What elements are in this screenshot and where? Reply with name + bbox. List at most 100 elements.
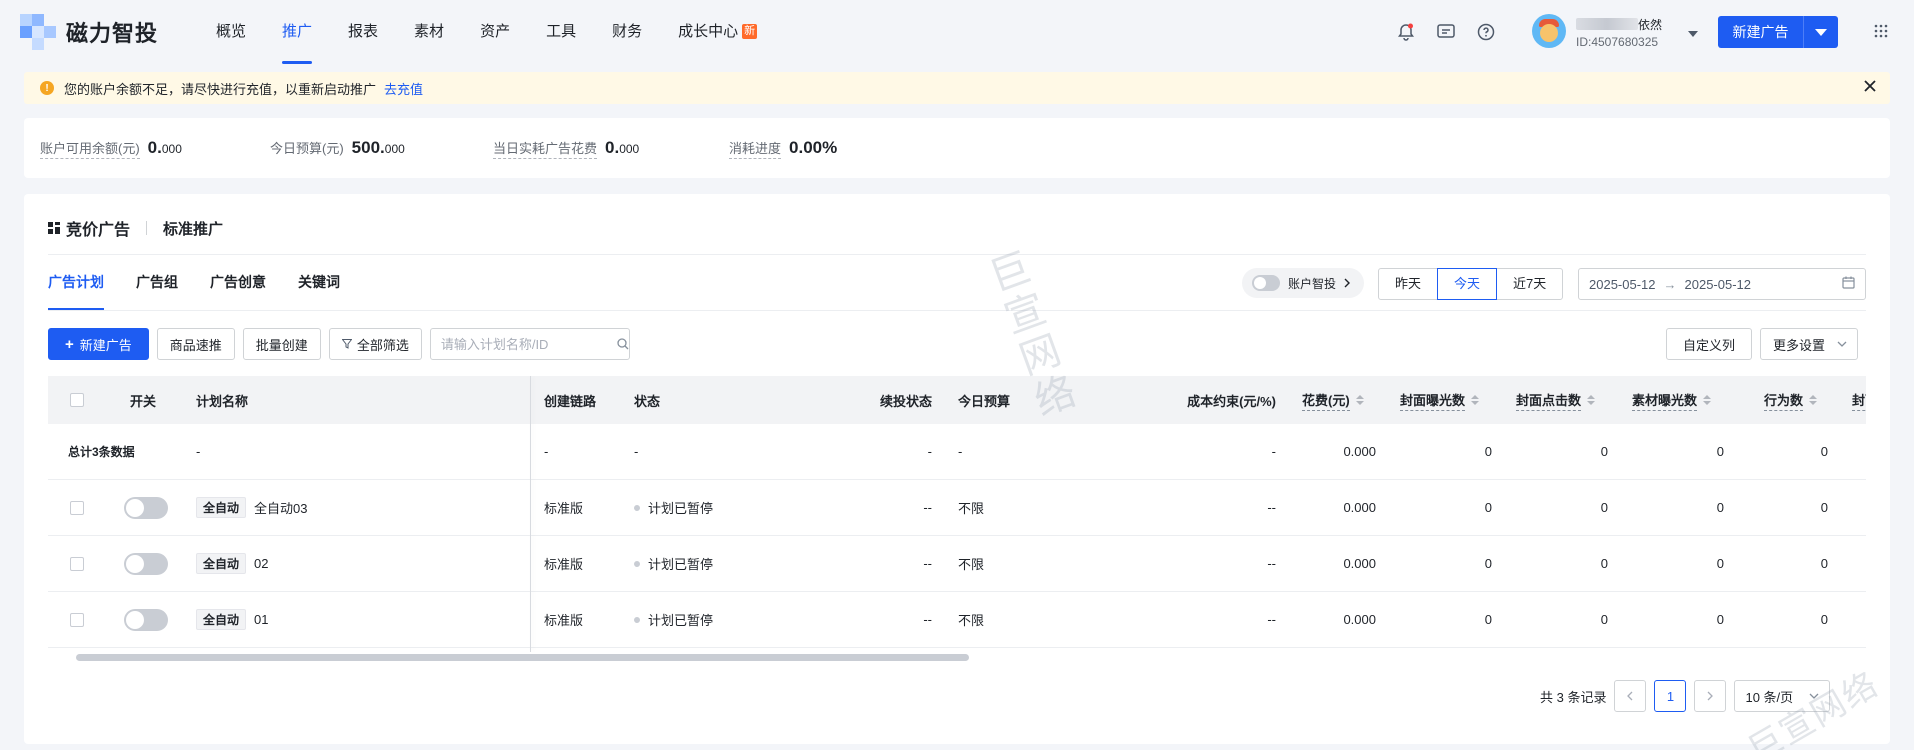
col-spend[interactable]: 花费(元) [1302,376,1364,424]
cell-cover-imp: 0 [1484,556,1492,571]
prev-page-button[interactable] [1614,680,1647,712]
help-icon[interactable] [1476,22,1496,42]
nav-growth-center-label: 成长中心 [678,23,739,40]
row-checkbox[interactable] [70,480,84,535]
smart-toggle-switch[interactable] [1252,275,1280,291]
app-grid-icon[interactable] [1874,24,1888,41]
search-icon[interactable] [617,338,629,350]
new-ad-split-button[interactable]: 新建广告 [1718,16,1838,48]
plan-name[interactable]: 01 [254,612,268,627]
nav-assets[interactable]: 资产 [480,0,510,66]
plan-switch-toggle[interactable] [124,480,168,535]
col-cover-impressions-label: 封面曝光数 [1400,390,1466,411]
date-end[interactable]: 2025-05-12 [1685,277,1752,292]
sort-icon[interactable] [1809,395,1818,405]
user-avatar[interactable] [1532,14,1566,48]
account-dropdown-caret-icon[interactable] [1688,24,1698,40]
new-ad-header-label[interactable]: 新建广告 [1718,16,1804,48]
tab-keywords[interactable]: 关键词 [298,254,340,310]
custom-columns-button[interactable]: 自定义列 [1666,328,1753,360]
date-start[interactable]: 2025-05-12 [1589,277,1656,292]
chevron-down-icon [1809,693,1819,699]
nav-finance[interactable]: 财务 [612,0,642,66]
cell-renew: -- [923,500,932,515]
table-settings: 自定义列 更多设置 [1666,328,1859,360]
plan-search-box[interactable] [429,328,630,360]
table-header-row: 开关 计划名称 创建链路 状态 续投状态 今日预算 成本约束(元/%) 花费(元… [48,376,1866,424]
col-material-impressions[interactable]: 素材曝光数 [1632,376,1712,424]
cell-spend: 0.000 [1343,556,1376,571]
account-smart-toggle[interactable]: 账户智投 [1242,268,1364,298]
balance-warning-banner: ! 您的账户余额不足，请尽快进行充值，以重新启动推广 去充值 [24,72,1890,104]
tab-ad-plan[interactable]: 广告计划 [48,254,104,310]
total-records: 共 3 条记录 [1540,689,1607,705]
tab-ad-group[interactable]: 广告组 [136,254,178,310]
cell-name[interactable]: 全自动 全自动03 [196,480,307,535]
status-dot [634,504,640,511]
close-icon[interactable] [1864,80,1876,95]
more-settings-button[interactable]: 更多设置 [1760,328,1859,360]
all-filter-button[interactable]: 全部筛选 [328,328,422,360]
row-checkbox[interactable] [70,536,84,591]
nav-materials[interactable]: 素材 [414,0,444,66]
notification-bell-icon[interactable] [1396,22,1416,42]
page-number[interactable]: 1 [1654,680,1687,712]
chevron-down-icon [1837,341,1847,347]
nav-reports[interactable]: 报表 [348,0,378,66]
stat-value: 500.000 [352,138,405,158]
page-size-select[interactable]: 10 条/页 [1734,680,1831,712]
cell-budget: 不限 [958,557,985,572]
cell-status: - [634,444,639,459]
nav-tools[interactable]: 工具 [546,0,576,66]
cell-actions: 0 [1820,612,1828,627]
table-row: 全自动 01 标准版 计划已暂停 -- 不限 -- 0.000 0 0 0 0 [48,592,1866,648]
new-ad-button[interactable]: + 新建广告 [48,328,149,360]
plan-switch-toggle[interactable] [124,592,168,647]
col-material-impressions-label: 素材曝光数 [1632,390,1698,411]
sort-icon[interactable] [1703,395,1712,405]
brand-logo[interactable]: 磁力智投 [20,14,158,50]
plan-name[interactable]: 全自动03 [254,498,307,517]
search-input[interactable] [440,336,617,352]
stat-label: 今日预算(元) [270,141,344,156]
col-actions[interactable]: 行为数 [1764,376,1818,424]
status-dot [634,616,640,623]
main-nav: 概览 推广 报表 素材 资产 工具 财务 成长中心新 [216,0,793,66]
sort-icon[interactable] [1471,395,1480,405]
nav-overview[interactable]: 概览 [216,0,246,66]
batch-create-button[interactable]: 批量创建 [242,328,321,360]
product-push-button[interactable]: 商品速推 [156,328,235,360]
sort-icon[interactable] [1587,395,1596,405]
redacted-name-mask [1576,18,1638,30]
select-all-checkbox[interactable] [70,376,84,424]
horizontal-scrollbar[interactable] [76,654,969,661]
cell-name[interactable]: 全自动 02 [196,536,268,591]
col-creation-chain: 创建链路 [544,393,597,409]
next-page-button[interactable] [1694,680,1727,712]
cell-renew: - [927,444,932,459]
plan-switch-toggle[interactable] [124,536,168,591]
col-cost-limit: 成本约束(元/%) [1187,393,1276,409]
cell-cost-limit: -- [1267,500,1276,515]
col-cover-clicks[interactable]: 封面点击数 [1516,376,1596,424]
date-last-7-days[interactable]: 近7天 [1496,268,1564,300]
nav-promotion[interactable]: 推广 [282,0,313,66]
new-ad-dropdown-icon[interactable] [1804,16,1838,48]
tab-ad-creative[interactable]: 广告创意 [210,254,266,310]
nav-growth-center[interactable]: 成长中心新 [678,0,758,66]
message-icon[interactable] [1436,22,1456,42]
col-cover-impressions[interactable]: 封面曝光数 [1400,376,1480,424]
col-renew-status: 续投状态 [879,393,932,409]
top-nav-bar: 磁力智投 概览 推广 报表 素材 资产 工具 财务 成长中心新 依然 ID:45… [0,0,1914,66]
plan-name[interactable]: 02 [254,556,268,571]
cell-name[interactable]: 全自动 01 [196,592,268,647]
date-range-picker[interactable]: 2025-05-12 → 2025-05-12 [1578,268,1866,300]
warning-text: 您的账户余额不足，请尽快进行充值，以重新启动推广 [64,81,377,97]
sort-icon[interactable] [1355,395,1364,405]
row-checkbox[interactable] [70,592,84,647]
col-cover-ctr-label: 封面点 [1852,390,1866,411]
date-today[interactable]: 今天 [1437,268,1498,300]
cell-cover-click: 0 [1600,556,1608,571]
recharge-link[interactable]: 去充值 [384,79,423,98]
date-yesterday[interactable]: 昨天 [1378,268,1439,300]
